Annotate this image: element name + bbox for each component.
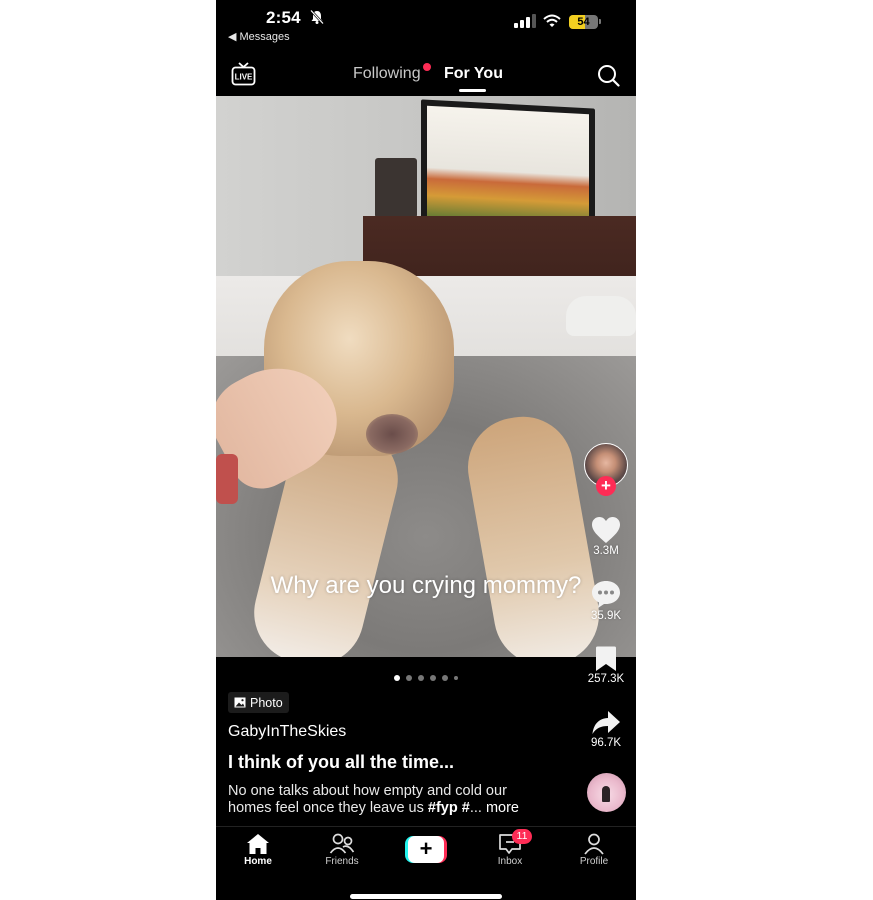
heart-icon bbox=[592, 517, 620, 543]
wifi-icon bbox=[543, 14, 561, 27]
post-photo[interactable]: Why are you crying mommy? bbox=[216, 96, 636, 657]
nav-home-label: Home bbox=[244, 856, 272, 867]
share-arrow-icon bbox=[592, 711, 620, 734]
following-notification-dot bbox=[423, 63, 431, 71]
profile-icon bbox=[584, 833, 604, 855]
phone-screen: 2:54 ◀ Messages 54 LIVE Following For Yo… bbox=[216, 0, 636, 900]
cellular-signal-icon bbox=[514, 14, 536, 28]
save-button[interactable]: 257.3K bbox=[576, 646, 636, 685]
creator-username[interactable]: GabyInTheSkies bbox=[228, 723, 346, 741]
save-count: 257.3K bbox=[587, 673, 625, 685]
post-caption[interactable]: No one talks about how empty and cold ou… bbox=[228, 783, 548, 817]
share-button[interactable]: 96.7K bbox=[576, 710, 636, 749]
photo-wristband bbox=[216, 454, 238, 504]
like-button[interactable]: 3.3M bbox=[576, 516, 636, 557]
image-icon bbox=[234, 697, 246, 708]
battery-icon: 54 bbox=[569, 15, 598, 29]
comment-count: 35.9K bbox=[590, 610, 622, 622]
share-count: 96.7K bbox=[590, 737, 622, 749]
friends-icon bbox=[329, 833, 355, 854]
nav-profile[interactable]: Profile bbox=[562, 833, 626, 867]
bottom-nav: Home Friends + Inbox 11 Profile bbox=[216, 826, 636, 900]
live-tv-icon[interactable]: LIVE bbox=[231, 62, 256, 87]
battery-nub bbox=[599, 19, 601, 24]
nav-friends-label: Friends bbox=[325, 856, 359, 867]
inbox-badge: 11 bbox=[512, 829, 532, 844]
caption-hashtags[interactable]: #fyp # bbox=[428, 800, 470, 816]
photo-speaker bbox=[375, 158, 417, 218]
nav-home[interactable]: Home bbox=[226, 833, 290, 867]
home-icon bbox=[247, 834, 269, 854]
caption-ellipsis: ... bbox=[469, 800, 482, 816]
like-count: 3.3M bbox=[593, 545, 619, 557]
create-plus-icon: + bbox=[408, 836, 444, 863]
tab-following[interactable]: Following bbox=[353, 65, 421, 83]
home-indicator[interactable] bbox=[350, 894, 502, 899]
photo-badge: Photo bbox=[228, 692, 289, 713]
slide-indicator bbox=[394, 674, 458, 682]
create-button[interactable]: + bbox=[405, 836, 447, 863]
comment-button[interactable]: 35.9K bbox=[576, 580, 636, 622]
slide-dot bbox=[454, 676, 458, 680]
photo-dog-nose bbox=[366, 414, 418, 454]
live-label: LIVE bbox=[235, 73, 253, 82]
search-icon[interactable] bbox=[597, 64, 620, 87]
nav-profile-label: Profile bbox=[579, 856, 609, 867]
follow-button[interactable]: + bbox=[596, 476, 616, 496]
slide-dot bbox=[418, 675, 424, 681]
photo-tv bbox=[421, 99, 595, 235]
tab-for-you[interactable]: For You bbox=[444, 65, 503, 83]
sound-disc[interactable] bbox=[587, 773, 626, 812]
caption-more-link[interactable]: more bbox=[482, 800, 519, 816]
nav-friends[interactable]: Friends bbox=[310, 833, 374, 867]
nav-inbox-label: Inbox bbox=[497, 856, 523, 867]
bell-slash-icon bbox=[310, 9, 324, 25]
nav-inbox[interactable]: Inbox bbox=[478, 833, 542, 867]
slide-dot bbox=[394, 675, 400, 681]
photo-pillow bbox=[566, 296, 636, 336]
slide-dot bbox=[430, 675, 436, 681]
photo-overlay-text: Why are you crying mommy? bbox=[270, 572, 582, 599]
photo-tv-screen bbox=[427, 105, 589, 227]
battery-percentage: 54 bbox=[577, 16, 590, 28]
post-title: I think of you all the time... bbox=[228, 752, 455, 772]
comment-icon bbox=[592, 581, 620, 608]
slide-dot bbox=[442, 675, 448, 681]
back-to-messages-link[interactable]: ◀ Messages bbox=[228, 30, 290, 43]
status-time: 2:54 bbox=[266, 8, 301, 27]
bookmark-icon bbox=[596, 646, 616, 671]
active-tab-indicator bbox=[459, 89, 486, 92]
photo-badge-label: Photo bbox=[250, 695, 283, 710]
sound-cover-figure bbox=[602, 786, 610, 802]
slide-dot bbox=[406, 675, 412, 681]
